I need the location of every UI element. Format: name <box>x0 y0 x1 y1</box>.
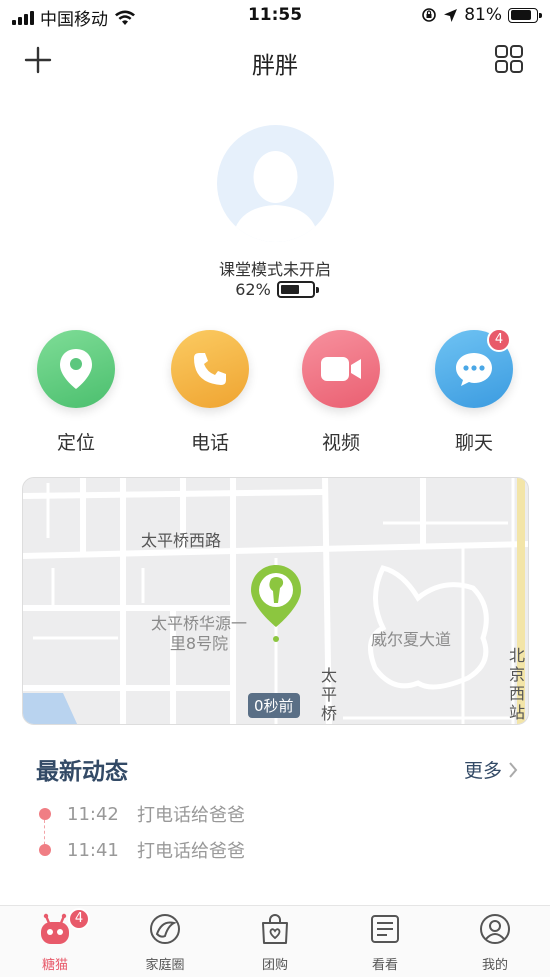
class-mode-status: 课堂模式未开启 <box>218 260 331 279</box>
profile-icon <box>478 912 512 946</box>
map-pin-icon[interactable] <box>249 563 303 643</box>
feed-item-text: 打电话给爸爸 <box>137 841 245 862</box>
tab-group-buy[interactable]: 团购 <box>220 912 330 973</box>
location-time-tag: 0秒前 <box>248 693 300 718</box>
action-call-label: 电话 <box>190 432 229 454</box>
page-title: 胖胖 <box>252 53 298 79</box>
action-video[interactable]: 视频 <box>291 330 391 455</box>
timeline-dot <box>39 808 51 820</box>
orientation-lock-icon <box>422 8 437 22</box>
action-chat-label: 聊天 <box>454 432 493 454</box>
feed-item-text: 打电话给爸爸 <box>137 805 245 826</box>
battery-percent: 81% <box>464 5 502 25</box>
tab-tangmao[interactable]: 4 糖猫 <box>0 908 110 973</box>
tab-watch[interactable]: 看看 <box>330 912 440 973</box>
chat-unread-badge: 4 <box>487 328 511 352</box>
family-circle-icon <box>148 912 182 946</box>
news-icon <box>368 912 402 946</box>
feed-more-label: 更多 <box>463 760 502 782</box>
tab-family-circle[interactable]: 家庭圈 <box>110 912 220 973</box>
location-arrow-icon <box>444 8 458 22</box>
action-row: 定位 电话 视频 4 聊天 <box>0 328 550 460</box>
video-camera-icon[interactable] <box>302 330 380 408</box>
feed-item-time: 11:42 <box>67 803 119 825</box>
avenue-label: 威尔夏大道 <box>371 630 452 649</box>
feed-item[interactable]: 11:42 打电话给爸爸 <box>36 800 245 828</box>
default-avatar-icon <box>232 151 319 242</box>
status-bar: 中国移动 11:55 81% <box>0 0 550 32</box>
chevron-right-icon <box>509 761 518 778</box>
feed-title: 最新动态 <box>36 759 128 785</box>
shopping-bag-icon <box>258 912 292 946</box>
tab-badge: 4 <box>68 908 90 930</box>
feed-item-time: 11:41 <box>67 839 119 861</box>
building-label: 太平桥华源一里8号院 <box>150 614 247 653</box>
device-battery-icon <box>276 281 319 298</box>
battery-icon <box>508 7 542 23</box>
tab-label: 看看 <box>371 958 398 973</box>
station-label: 北京西站 <box>509 646 526 722</box>
tab-label: 我的 <box>481 958 508 973</box>
tab-mine[interactable]: 我的 <box>440 912 550 973</box>
tab-label: 糖猫 <box>41 958 68 973</box>
chat-bubble-icon[interactable]: 4 <box>435 328 513 408</box>
location-map[interactable]: 太平桥西路 太平桥华源一里8号院 威尔夏大道 太平桥 北京西站 0秒前 <box>22 477 529 725</box>
tab-label: 团购 <box>261 958 288 973</box>
phone-icon[interactable] <box>171 330 249 408</box>
tab-bar: 4 糖猫 家庭圈 团购 看看 我的 <box>0 905 550 977</box>
action-locate-label: 定位 <box>56 432 95 454</box>
robot-cat-icon: 4 <box>38 908 90 946</box>
location-pin-icon[interactable] <box>37 330 115 408</box>
feed-more-link[interactable]: 更多 <box>464 756 518 783</box>
grid-menu-icon[interactable] <box>494 44 524 74</box>
timeline-dot <box>39 844 51 856</box>
road-label-2: 太平桥 <box>321 666 338 723</box>
action-chat[interactable]: 4 聊天 <box>424 328 524 455</box>
action-video-label: 视频 <box>321 432 360 454</box>
avatar[interactable] <box>217 125 334 242</box>
road-label-1: 太平桥西路 <box>141 531 222 550</box>
action-call[interactable]: 电话 <box>160 330 260 455</box>
nav-bar: 胖胖 <box>0 32 550 90</box>
device-battery-percent: 62% <box>235 280 271 299</box>
feed-item[interactable]: 11:41 打电话给爸爸 <box>36 836 245 864</box>
tab-label: 家庭圈 <box>145 958 185 973</box>
action-locate[interactable]: 定位 <box>26 330 126 455</box>
device-battery: 62% <box>0 280 550 299</box>
